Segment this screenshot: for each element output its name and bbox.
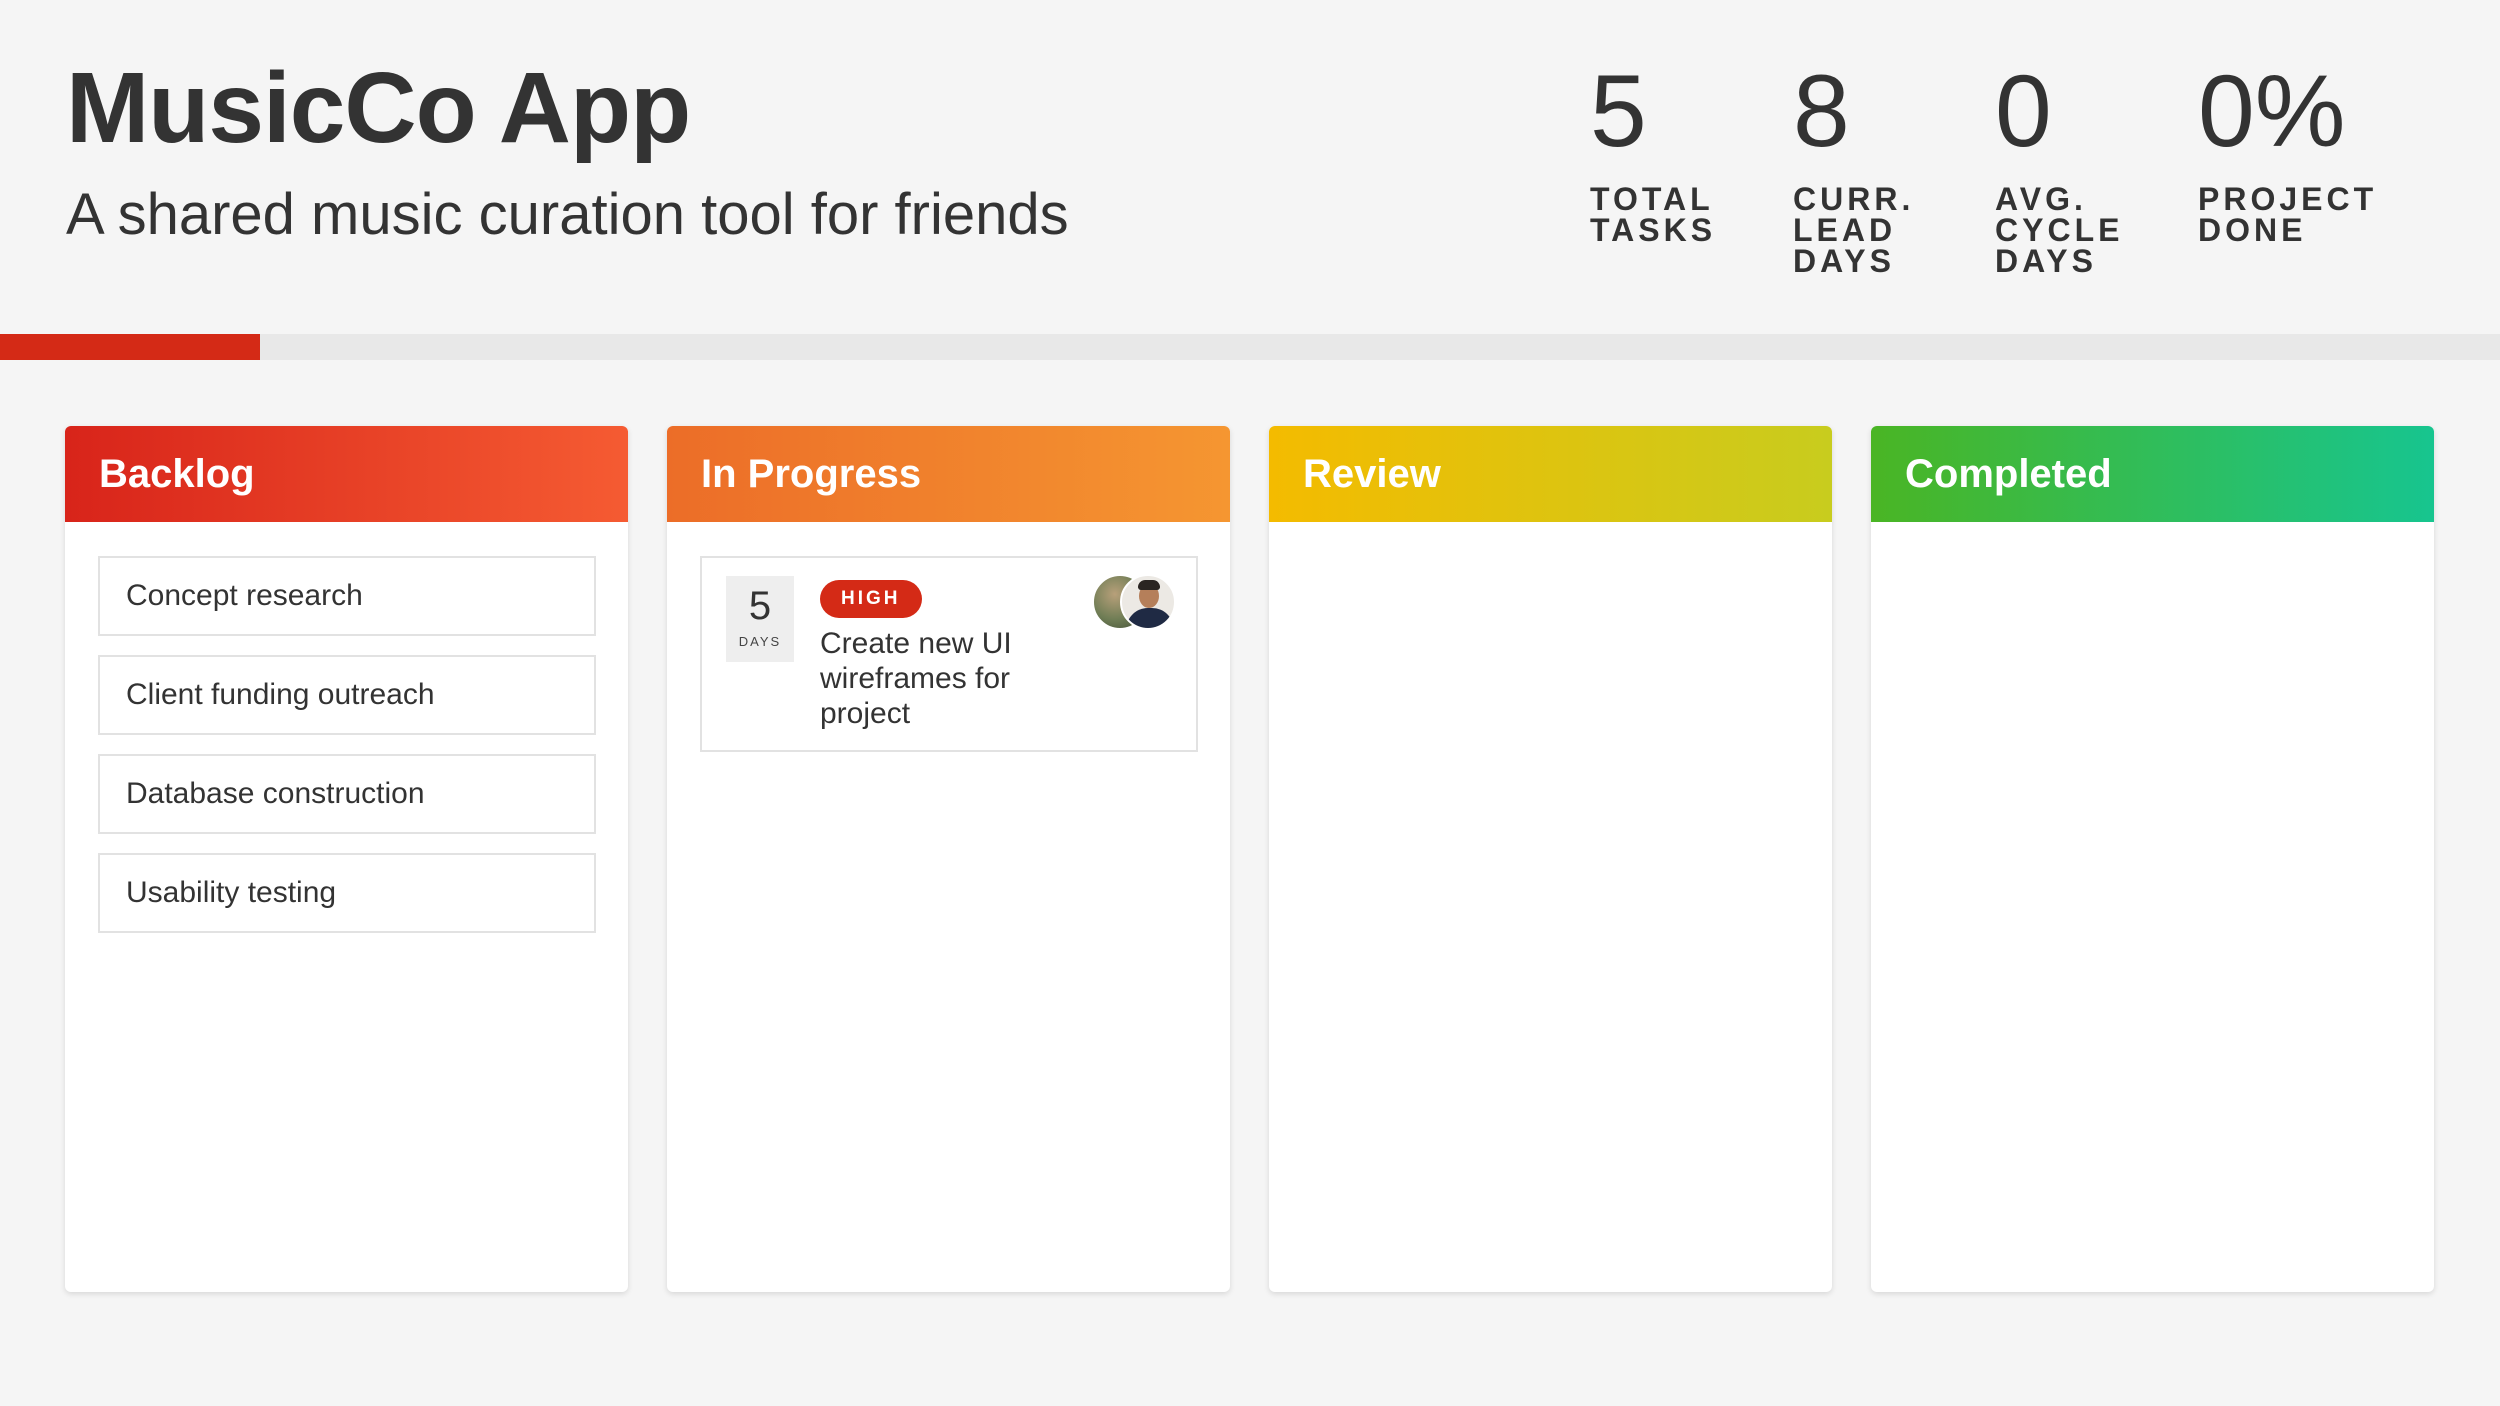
assignee-avatars[interactable] — [1092, 574, 1176, 630]
column-review: Review — [1269, 426, 1832, 1292]
stat-label: CURR. LEAD DAYS — [1793, 181, 1915, 279]
stat-value: 8 — [1793, 54, 1850, 168]
priority-badge: HIGH — [820, 580, 922, 618]
column-header-in-progress[interactable]: In Progress — [667, 426, 1230, 522]
stat-value: 0 — [1995, 54, 2052, 168]
task-card[interactable]: Concept research — [98, 556, 596, 636]
stat-value: 5 — [1590, 54, 1647, 168]
days-counter: 5 DAYS — [726, 576, 794, 662]
project-progress-bar — [0, 334, 2500, 360]
progress-fill — [0, 334, 260, 360]
task-card[interactable]: Database construction — [98, 754, 596, 834]
app-title: MusicCo App — [66, 52, 691, 164]
kanban-board: Backlog Concept research Client funding … — [0, 426, 2500, 1292]
days-label: DAYS — [738, 634, 782, 649]
avatar[interactable] — [1120, 574, 1176, 630]
column-header-review[interactable]: Review — [1269, 426, 1832, 522]
column-header-backlog[interactable]: Backlog — [65, 426, 628, 522]
task-card[interactable]: Usability testing — [98, 853, 596, 933]
stat-total-tasks: 5 TOTAL TASKS — [1590, 60, 1730, 246]
stat-label: PROJECT DONE — [2198, 181, 2378, 248]
task-card-detailed[interactable]: 5 DAYS HIGH Create new UI wireframes for… — [700, 556, 1198, 752]
column-backlog: Backlog Concept research Client funding … — [65, 426, 628, 1292]
stat-project-done: 0% PROJECT DONE — [2198, 54, 2378, 248]
stat-value: 0% — [2198, 54, 2346, 168]
column-in-progress: In Progress 5 DAYS HIGH Create new UI wi… — [667, 426, 1230, 1292]
days-value: 5 — [748, 584, 772, 628]
stat-label: AVG. CYCLE DAYS — [1995, 181, 2124, 279]
stat-label: TOTAL TASKS — [1590, 181, 1717, 248]
app-subtitle: A shared music curation tool for friends — [66, 182, 1069, 247]
stat-cycle-days: 0 AVG. CYCLE DAYS — [1995, 60, 2125, 277]
column-header-completed[interactable]: Completed — [1871, 426, 2434, 522]
task-title: Create new UI wireframes for project — [820, 627, 1012, 730]
stat-lead-days: 8 CURR. LEAD DAYS — [1793, 60, 1923, 277]
task-card[interactable]: Client funding outreach — [98, 655, 596, 735]
column-completed: Completed — [1871, 426, 2434, 1292]
dashboard-header: MusicCo App A shared music curation tool… — [0, 0, 2500, 335]
